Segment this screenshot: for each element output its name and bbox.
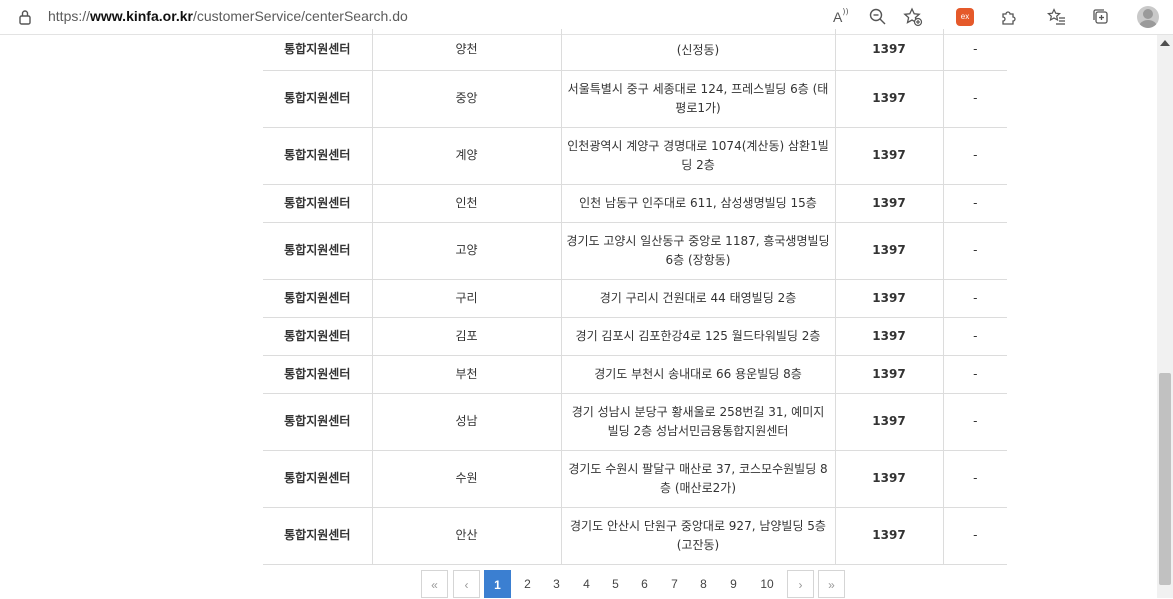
region-cell: 양천 <box>372 29 562 71</box>
address-cell: 경기 김포시 김포한강4로 125 월드타워빌딩 2층 <box>561 317 836 356</box>
page-8-button[interactable]: 8 <box>690 570 717 598</box>
address-cell: 경기 구리시 건원대로 44 태영빌딩 2층 <box>561 279 836 318</box>
table-row: 통합지원센터 수원 경기도 수원시 팔달구 매산로 37, 코스모수원빌딩 8층… <box>263 450 1007 508</box>
url-text[interactable]: https://www.kinfa.or.kr/customerService/… <box>48 8 408 24</box>
region-cell: 계양 <box>372 127 562 185</box>
phone-cell: 1397 <box>835 317 944 356</box>
note-cell: - <box>943 279 1007 318</box>
address-cell: (신정동) <box>561 29 836 71</box>
center-type-cell: 통합지원센터 <box>263 29 373 71</box>
page-3-button[interactable]: 3 <box>543 570 570 598</box>
center-table: 통합지원센터 양천 (신정동) 1397 - 통합지원센터 중앙 서울특별시 중… <box>263 29 1007 565</box>
phone-cell: 1397 <box>835 507 944 565</box>
note-cell: - <box>943 355 1007 394</box>
note-cell: - <box>943 507 1007 565</box>
first-page-button[interactable]: « <box>421 570 448 598</box>
center-type-cell: 통합지원센터 <box>263 127 373 185</box>
prev-page-button[interactable]: ‹ <box>453 570 480 598</box>
note-cell: - <box>943 317 1007 356</box>
phone-cell: 1397 <box>835 279 944 318</box>
table-row: 통합지원센터 인천 인천 남동구 인주대로 611, 삼성생명빌딩 15층 13… <box>263 184 1007 223</box>
center-type-cell: 통합지원센터 <box>263 70 373 128</box>
address-cell: 인천광역시 계양구 경명대로 1074(계산동) 삼환1빌딩 2층 <box>561 127 836 185</box>
table-row: 통합지원센터 부천 경기도 부천시 송내대로 66 용운빌딩 8층 1397 - <box>263 355 1007 394</box>
last-page-button[interactable]: » <box>818 570 845 598</box>
region-cell: 중앙 <box>372 70 562 128</box>
note-cell: - <box>943 222 1007 280</box>
region-cell: 부천 <box>372 355 562 394</box>
page-1-button[interactable]: 1 <box>484 570 511 598</box>
lock-icon[interactable] <box>16 8 34 26</box>
table-row: 통합지원센터 김포 경기 김포시 김포한강4로 125 월드타워빌딩 2층 13… <box>263 317 1007 356</box>
center-type-cell: 통합지원센터 <box>263 450 373 508</box>
phone-cell: 1397 <box>835 355 944 394</box>
extension-icon[interactable]: ex <box>956 8 974 26</box>
phone-cell: 1397 <box>835 29 944 71</box>
favorite-add-icon[interactable] <box>903 7 923 27</box>
center-type-cell: 통합지원센터 <box>263 355 373 394</box>
center-table-body: 통합지원센터 양천 (신정동) 1397 - 통합지원센터 중앙 서울특별시 중… <box>263 29 1007 565</box>
address-cell: 경기 성남시 분당구 황새울로 258번길 31, 예미지 빌딩 2층 성남서민… <box>561 393 836 451</box>
center-type-cell: 통합지원센터 <box>263 279 373 318</box>
note-cell: - <box>943 184 1007 223</box>
note-cell: - <box>943 70 1007 128</box>
table-row: 통합지원센터 안산 경기도 안산시 단원구 중앙대로 927, 남양빌딩 5층 … <box>263 507 1007 565</box>
read-aloud-icon[interactable]: A)) <box>833 7 853 27</box>
address-cell: 경기도 고양시 일산동구 중앙로 1187, 흥국생명빌딩 6층 (장항동) <box>561 222 836 280</box>
table-row: 통합지원센터 양천 (신정동) 1397 - <box>263 29 1007 71</box>
page-10-button[interactable]: 10 <box>751 570 783 598</box>
page-5-button[interactable]: 5 <box>602 570 629 598</box>
phone-cell: 1397 <box>835 70 944 128</box>
region-cell: 수원 <box>372 450 562 508</box>
region-cell: 김포 <box>372 317 562 356</box>
region-cell: 고양 <box>372 222 562 280</box>
table-row: 통합지원센터 성남 경기 성남시 분당구 황새울로 258번길 31, 예미지 … <box>263 393 1007 451</box>
favorites-icon[interactable] <box>1047 7 1067 27</box>
note-cell: - <box>943 29 1007 71</box>
collections-icon[interactable] <box>1091 7 1111 27</box>
address-cell: 경기도 수원시 팔달구 매산로 37, 코스모수원빌딩 8층 (매산로2가) <box>561 450 836 508</box>
note-cell: - <box>943 393 1007 451</box>
note-cell: - <box>943 127 1007 185</box>
center-type-cell: 통합지원센터 <box>263 317 373 356</box>
address-cell: 경기도 안산시 단원구 중앙대로 927, 남양빌딩 5층 (고잔동) <box>561 507 836 565</box>
table-row: 통합지원센터 구리 경기 구리시 건원대로 44 태영빌딩 2층 1397 - <box>263 279 1007 318</box>
page-4-button[interactable]: 4 <box>573 570 600 598</box>
zoom-icon[interactable] <box>868 7 888 27</box>
page-2-button[interactable]: 2 <box>514 570 541 598</box>
extensions-puzzle-icon[interactable] <box>999 7 1019 27</box>
region-cell: 안산 <box>372 507 562 565</box>
address-cell: 경기도 부천시 송내대로 66 용운빌딩 8층 <box>561 355 836 394</box>
page-9-button[interactable]: 9 <box>720 570 747 598</box>
next-page-button[interactable]: › <box>787 570 814 598</box>
center-type-cell: 통합지원센터 <box>263 222 373 280</box>
page-6-button[interactable]: 6 <box>631 570 658 598</box>
table-row: 통합지원센터 중앙 서울특별시 중구 세종대로 124, 프레스빌딩 6층 (태… <box>263 70 1007 128</box>
address-cell: 서울특별시 중구 세종대로 124, 프레스빌딩 6층 (태평로1가) <box>561 70 836 128</box>
phone-cell: 1397 <box>835 393 944 451</box>
phone-cell: 1397 <box>835 222 944 280</box>
scroll-up-arrow-icon[interactable] <box>1160 40 1170 46</box>
note-cell: - <box>943 450 1007 508</box>
phone-cell: 1397 <box>835 184 944 223</box>
table-row: 통합지원센터 계양 인천광역시 계양구 경명대로 1074(계산동) 삼환1빌딩… <box>263 127 1007 185</box>
scrollbar-thumb[interactable] <box>1159 373 1171 585</box>
center-type-cell: 통합지원센터 <box>263 393 373 451</box>
phone-cell: 1397 <box>835 450 944 508</box>
center-type-cell: 통합지원센터 <box>263 507 373 565</box>
center-type-cell: 통합지원센터 <box>263 184 373 223</box>
region-cell: 성남 <box>372 393 562 451</box>
region-cell: 구리 <box>372 279 562 318</box>
profile-avatar[interactable] <box>1137 6 1159 28</box>
page-7-button[interactable]: 7 <box>661 570 688 598</box>
phone-cell: 1397 <box>835 127 944 185</box>
table-row: 통합지원센터 고양 경기도 고양시 일산동구 중앙로 1187, 흥국생명빌딩 … <box>263 222 1007 280</box>
address-cell: 인천 남동구 인주대로 611, 삼성생명빌딩 15층 <box>561 184 836 223</box>
region-cell: 인천 <box>372 184 562 223</box>
